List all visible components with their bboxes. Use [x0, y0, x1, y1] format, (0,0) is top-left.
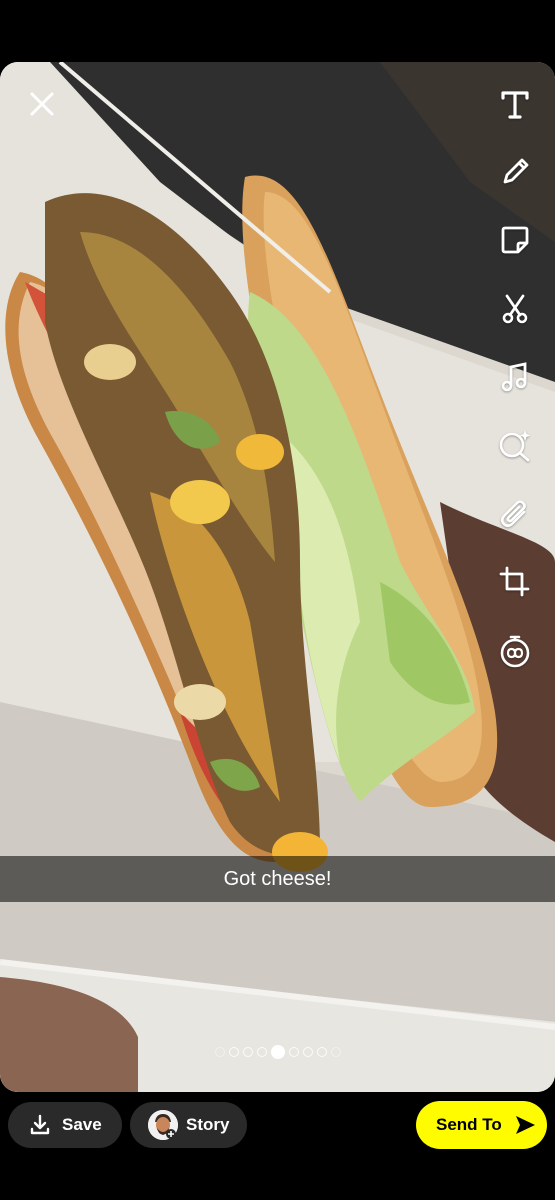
sticker-icon: [501, 226, 529, 254]
music-tool-button[interactable]: [493, 355, 537, 399]
attach-tool-button[interactable]: [493, 492, 537, 536]
save-button[interactable]: Save: [8, 1102, 122, 1148]
snap-photo: [0, 62, 555, 1092]
page-dot: [288, 1047, 299, 1057]
draw-tool-button[interactable]: [493, 150, 537, 194]
page-dot-active: [270, 1045, 285, 1059]
text-tool-button[interactable]: [493, 82, 537, 126]
sticker-tool-button[interactable]: [493, 218, 537, 262]
paperclip-icon: [500, 500, 526, 528]
lens-tool-button[interactable]: [493, 423, 537, 467]
save-label: Save: [62, 1115, 102, 1134]
page-dot: [256, 1047, 267, 1057]
story-label: Story: [186, 1115, 230, 1134]
page-dot: [302, 1047, 313, 1057]
lens-icon: [499, 430, 530, 462]
sandwich-photo: [0, 62, 555, 1092]
close-icon: [30, 92, 54, 116]
download-icon: [30, 1114, 50, 1135]
caption-bar[interactable]: Got cheese!: [0, 856, 555, 902]
story-button[interactable]: Story: [130, 1102, 247, 1148]
text-icon: [501, 91, 529, 119]
page-dot: [228, 1047, 239, 1057]
timer-icon: [500, 635, 530, 668]
bitmoji-avatar: [148, 1110, 178, 1140]
crop-icon: [499, 566, 530, 597]
music-icon: [501, 362, 527, 392]
page-dot: [214, 1047, 225, 1057]
page-dot: [330, 1047, 341, 1057]
page-indicator: [0, 1042, 555, 1062]
send-to-label: Send To: [436, 1115, 502, 1134]
scissors-tool-button[interactable]: [493, 287, 537, 331]
crop-tool-button[interactable]: [493, 560, 537, 604]
close-button[interactable]: [24, 86, 60, 122]
scissors-icon: [502, 294, 528, 324]
send-to-button[interactable]: Send To: [416, 1101, 547, 1149]
timer-tool-button[interactable]: [493, 629, 537, 673]
pencil-icon: [503, 158, 529, 184]
send-arrow-icon: [515, 1116, 535, 1134]
page-dot: [242, 1047, 253, 1057]
page-dot: [316, 1047, 327, 1057]
caption-text: Got cheese!: [223, 867, 332, 890]
